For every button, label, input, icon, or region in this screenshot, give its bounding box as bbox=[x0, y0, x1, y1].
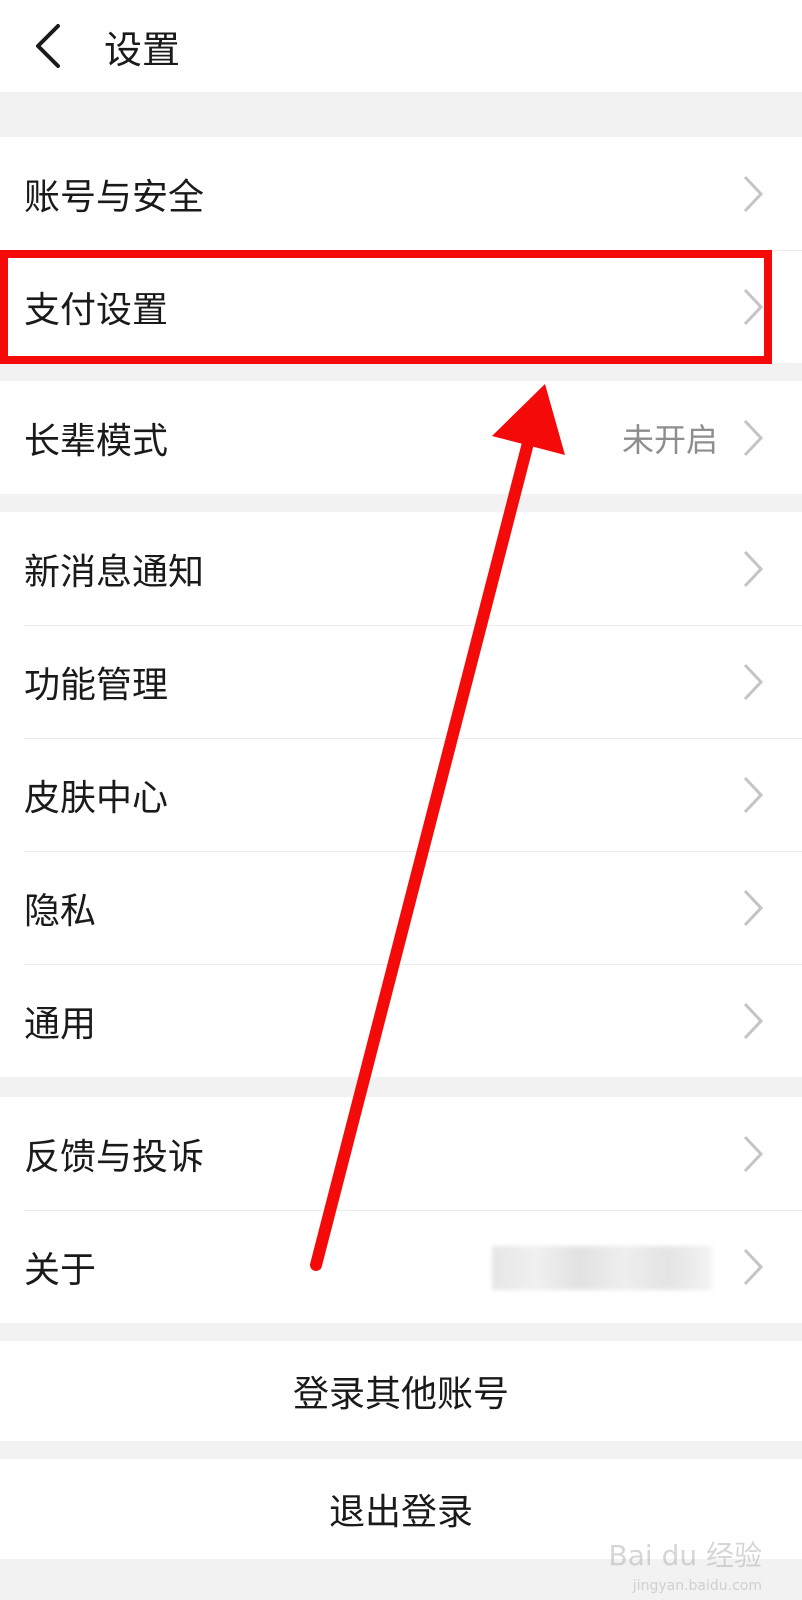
page-title: 设置 bbox=[104, 27, 181, 72]
chevron-right-icon bbox=[740, 775, 766, 815]
chevron-right-icon bbox=[740, 287, 766, 327]
watermark-url: jingyan.baidu.com bbox=[632, 1578, 762, 1594]
settings-item-payment[interactable]: 支付设置 bbox=[0, 250, 802, 363]
chevron-right-icon bbox=[740, 418, 766, 458]
settings-item-general[interactable]: 通用 bbox=[0, 964, 802, 1077]
item-label: 功能管理 bbox=[24, 664, 169, 706]
item-label: 账号与安全 bbox=[24, 176, 205, 218]
chevron-right-icon bbox=[740, 662, 766, 702]
top-bar: 设置 bbox=[0, 0, 802, 92]
item-label: 新消息通知 bbox=[24, 551, 205, 593]
settings-group-support: 反馈与投诉 关于 bbox=[0, 1097, 802, 1323]
back-button[interactable] bbox=[8, 0, 88, 92]
chevron-right-icon bbox=[740, 1001, 766, 1041]
chevron-right-icon bbox=[740, 1247, 766, 1287]
item-status-value: 未开启 bbox=[621, 420, 718, 459]
watermark-logo: Bai du 经验 bbox=[608, 1539, 762, 1572]
item-label: 长辈模式 bbox=[24, 420, 169, 462]
item-label: 隐私 bbox=[24, 890, 97, 932]
chevron-right-icon bbox=[740, 888, 766, 928]
settings-item-skin-center[interactable]: 皮肤中心 bbox=[0, 738, 802, 851]
settings-group-elder: 长辈模式 未开启 bbox=[0, 381, 802, 494]
settings-item-about[interactable]: 关于 bbox=[0, 1210, 802, 1323]
chevron-right-icon bbox=[740, 549, 766, 589]
chevron-right-icon bbox=[740, 1134, 766, 1174]
chevron-right-icon bbox=[740, 174, 766, 214]
settings-item-elder-mode[interactable]: 长辈模式 未开启 bbox=[0, 381, 802, 494]
settings-group-general: 新消息通知 功能管理 皮肤中心 隐私 通用 bbox=[0, 512, 802, 1077]
chevron-left-icon bbox=[36, 24, 60, 68]
item-label: 通用 bbox=[24, 1003, 97, 1045]
settings-group-account: 账号与安全 支付设置 bbox=[0, 137, 802, 363]
settings-item-account-security[interactable]: 账号与安全 bbox=[0, 137, 802, 250]
blurred-version-info bbox=[492, 1246, 712, 1290]
settings-item-features[interactable]: 功能管理 bbox=[0, 625, 802, 738]
settings-item-notifications[interactable]: 新消息通知 bbox=[0, 512, 802, 625]
settings-item-privacy[interactable]: 隐私 bbox=[0, 851, 802, 964]
item-label: 皮肤中心 bbox=[24, 777, 169, 819]
settings-item-feedback[interactable]: 反馈与投诉 bbox=[0, 1097, 802, 1210]
item-label: 反馈与投诉 bbox=[24, 1136, 205, 1178]
item-label: 支付设置 bbox=[24, 289, 169, 331]
switch-account-button[interactable]: 登录其他账号 bbox=[0, 1341, 802, 1441]
